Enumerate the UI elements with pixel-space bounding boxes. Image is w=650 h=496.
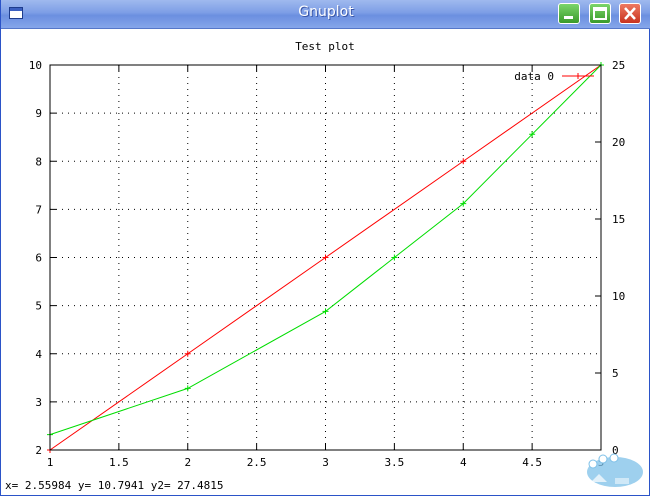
close-button[interactable] (619, 3, 641, 24)
x-tick-label: 3 (322, 456, 329, 469)
maximize-icon (593, 7, 607, 20)
y-tick-label: 8 (35, 155, 42, 168)
x-tick-label: 1 (47, 456, 54, 469)
plot-canvas[interactable]: Test plot 11.522.533.544.55 2345678910 0… (1, 29, 649, 495)
y-tick-label: 5 (35, 300, 42, 313)
y-tick-label: 9 (35, 107, 42, 120)
watermark-logo (587, 453, 643, 487)
series-point-1 (322, 254, 329, 261)
mouse-coordinate-readout: x= 2.55984 y= 10.7941 y2= 27.4815 (5, 479, 224, 492)
x-tick-label: 2.5 (247, 456, 267, 469)
y2-tick-label: 20 (612, 136, 625, 149)
chart-svg: Test plot 11.522.533.544.55 2345678910 0… (29, 40, 626, 469)
close-icon (624, 7, 636, 20)
minimize-button[interactable] (558, 3, 580, 24)
series-line-2 (49, 64, 602, 436)
title-bar[interactable]: Gnuplot (1, 0, 650, 29)
x-tick-label: 4 (460, 456, 467, 469)
y-tick-label: 2 (35, 444, 42, 457)
y-tick-label: 10 (29, 59, 42, 72)
y2-tick-label: 5 (612, 367, 619, 380)
window-title: Gnuplot (298, 4, 354, 20)
x-tick-label: 2 (184, 456, 191, 469)
maximize-button[interactable] (589, 3, 611, 24)
series-point-1 (184, 350, 191, 357)
series-point-1 (460, 158, 467, 165)
y2-tick-label: 25 (612, 59, 625, 72)
gnuplot-window: Gnuplot Test plot 1 1.5 2 2.5 3 3.5 4 4.5 5 2 3 4 5… (0, 0, 650, 496)
y-tick-label: 7 (35, 203, 42, 216)
legend-label: data 0 (514, 70, 554, 83)
y2-tick-label: 10 (612, 290, 625, 303)
y-tick-label: 4 (35, 348, 42, 361)
y-tick-label: 6 (35, 252, 42, 265)
chart-title: Test plot (295, 40, 355, 53)
minimize-icon (564, 16, 573, 19)
x-tick-label: 3.5 (384, 456, 404, 469)
y2-tick-label: 15 (612, 213, 625, 226)
legend-marker (575, 73, 581, 79)
x-tick-label: 4.5 (522, 456, 542, 469)
x-tick-label: 1.5 (109, 456, 129, 469)
y-tick-label: 3 (35, 396, 42, 409)
series-point-2 (184, 385, 191, 392)
